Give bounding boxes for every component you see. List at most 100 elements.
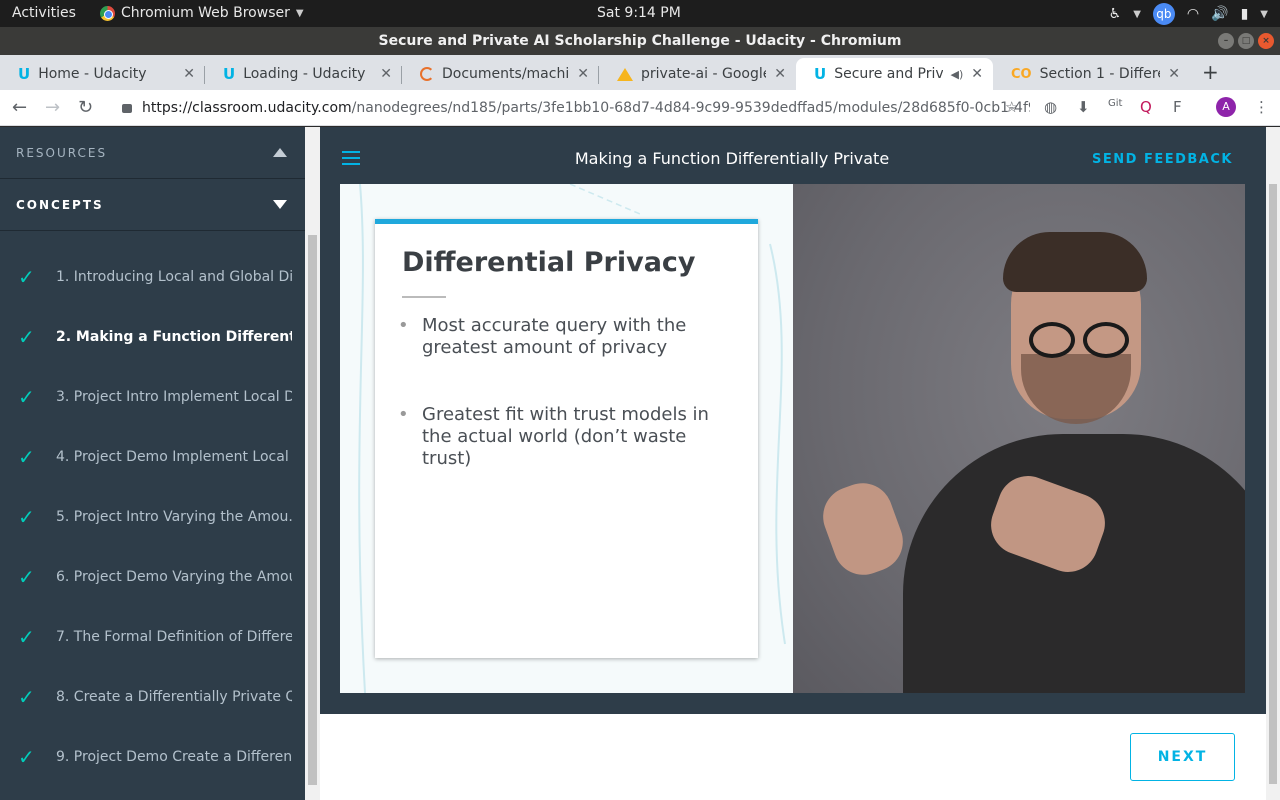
slide-title: Differential Privacy <box>402 247 696 278</box>
tab-section-1[interactable]: CO Section 1 - Differen ✕ <box>993 58 1190 90</box>
extension-globe-icon[interactable]: ◍ <box>1044 98 1057 116</box>
concept-item[interactable]: ✓ 3. Project Intro Implement Local D... <box>0 367 305 427</box>
address-bar[interactable]: https://classroom.udacity.com/nanodegree… <box>112 94 1030 122</box>
user-badge[interactable]: qb <box>1152 3 1175 25</box>
browser-toolbar: ← → ↻ https://classroom.udacity.com/nano… <box>0 90 1280 126</box>
app-menu-label: Chromium Web Browser <box>121 5 290 21</box>
reload-icon[interactable]: ↻ <box>78 97 93 118</box>
checkmark-icon: ✓ <box>18 685 35 709</box>
kebab-menu-icon[interactable]: ⋮ <box>1254 98 1269 116</box>
chevron-down-icon: ▼ <box>1260 8 1268 20</box>
close-icon[interactable]: ✕ <box>971 66 983 82</box>
concept-item[interactable]: ✓ 6. Project Demo Varying the Amou... <box>0 547 305 607</box>
minimize-button[interactable]: – <box>1218 33 1234 49</box>
expand-triangle-icon <box>273 200 287 209</box>
udacity-icon: U <box>223 65 236 83</box>
resources-label: RESOURCES <box>16 145 108 160</box>
extension-q-icon[interactable]: Q <box>1140 98 1152 116</box>
sidebar-scrollbar[interactable] <box>305 127 320 800</box>
page-scrollbar[interactable] <box>1266 127 1280 800</box>
concept-item[interactable]: ✓ 1. Introducing Local and Global Di... <box>0 247 305 307</box>
close-window-button[interactable]: × <box>1258 33 1274 49</box>
video-player[interactable]: Differential Privacy Most accurate query… <box>320 184 1266 714</box>
google-drive-icon <box>617 67 633 81</box>
url-host: https://classroom.udacity.com <box>142 100 352 116</box>
divider <box>402 296 446 298</box>
concept-item[interactable]: ✓ 7. The Formal Definition of Differe... <box>0 607 305 667</box>
page-content: RESOURCES CONCEPTS ✓ 1. Introducing Local… <box>0 127 1280 800</box>
lesson-title: Making a Function Differentially Private <box>574 149 890 168</box>
new-tab-button[interactable]: + <box>1202 60 1219 84</box>
url-path: /nanodegrees/nd185/parts/3fe1bb10-68d7-4… <box>351 100 1030 116</box>
udacity-icon: U <box>18 65 31 83</box>
close-icon[interactable]: ✕ <box>577 66 589 82</box>
glasses-icon <box>1029 322 1075 358</box>
battery-icon: ▮ <box>1240 6 1249 22</box>
udacity-icon: U <box>814 65 827 83</box>
window-title: Secure and Private AI Scholarship Challe… <box>378 33 902 49</box>
send-feedback-link[interactable]: SEND FEEDBACK <box>1092 152 1233 167</box>
concepts-section-toggle[interactable]: CONCEPTS <box>0 179 305 231</box>
presenter-beard <box>1021 354 1131 424</box>
close-icon[interactable]: ✕ <box>1168 66 1180 82</box>
slide-panel: Differential Privacy Most accurate query… <box>340 184 793 693</box>
maximize-button[interactable]: □ <box>1238 33 1254 49</box>
extension-f-icon[interactable]: F <box>1173 98 1182 116</box>
lock-icon <box>122 103 132 113</box>
presenter-hair <box>1003 232 1147 292</box>
concept-item[interactable]: ✓ 4. Project Demo Implement Local ... <box>0 427 305 487</box>
checkmark-icon: ✓ <box>18 745 35 769</box>
tab-label: Documents/machin <box>442 66 570 82</box>
tab-private-ai-drive[interactable]: private-ai - Google [ ✕ <box>599 58 796 90</box>
checkmark-icon: ✓ <box>18 385 35 409</box>
concept-item[interactable]: ✓ 8. Create a Differentially Private Q... <box>0 667 305 727</box>
glasses-icon <box>1083 322 1129 358</box>
checkmark-icon: ✓ <box>18 265 35 289</box>
resources-section-toggle[interactable]: RESOURCES <box>0 127 305 179</box>
git-zip-icon[interactable]: Git <box>1108 98 1122 109</box>
app-menu[interactable]: Chromium Web Browser ▼ <box>100 5 304 21</box>
tab-loading-udacity[interactable]: U Loading - Udacity ✕ <box>205 58 402 90</box>
back-arrow-icon[interactable]: ← <box>12 97 27 118</box>
system-tray[interactable]: ♿ ▼ qb ◠ 🔊 ▮ ▼ <box>1109 3 1268 25</box>
tab-documents[interactable]: Documents/machin ✕ <box>402 58 599 90</box>
checkmark-icon: ✓ <box>18 325 35 349</box>
jupyter-icon <box>420 67 434 81</box>
slide-card: Differential Privacy Most accurate query… <box>375 219 758 658</box>
close-icon[interactable]: ✕ <box>774 66 786 82</box>
tab-label: Loading - Udacity <box>243 66 366 82</box>
close-icon[interactable]: ✕ <box>183 66 195 82</box>
concept-item[interactable]: ✓ 9. Project Demo Create a Different... <box>0 727 305 787</box>
next-button[interactable]: NEXT <box>1130 733 1235 781</box>
forward-arrow-icon[interactable]: → <box>45 97 60 118</box>
close-icon[interactable]: ✕ <box>380 66 392 82</box>
clock[interactable]: Sat 9:14 PM <box>597 5 681 21</box>
volume-icon: 🔊 <box>1211 6 1229 22</box>
tab-label: Home - Udacity <box>38 66 147 82</box>
lesson-sidebar: RESOURCES CONCEPTS ✓ 1. Introducing Local… <box>0 127 305 800</box>
colab-icon: CO <box>1011 66 1032 82</box>
system-top-bar: Activities Chromium Web Browser ▼ Sat 9:… <box>0 0 1280 27</box>
tab-secure-and-private[interactable]: U Secure and Priva ◀) ✕ <box>796 58 993 90</box>
speaker-icon[interactable]: ◀) <box>951 68 964 81</box>
wifi-icon: ◠ <box>1186 6 1200 22</box>
tab-home-udacity[interactable]: U Home - Udacity ✕ <box>0 58 205 90</box>
download-icon[interactable]: ⬇ <box>1077 98 1090 116</box>
concept-item[interactable]: ✓ 5. Project Intro Varying the Amou... <box>0 487 305 547</box>
window-title-bar: Secure and Private AI Scholarship Challe… <box>0 27 1280 55</box>
checkmark-icon: ✓ <box>18 445 35 469</box>
accessibility-icon[interactable]: ♿ <box>1109 6 1122 22</box>
tab-label: Section 1 - Differen <box>1039 66 1161 82</box>
bookmark-star-icon[interactable]: ☆ <box>1005 98 1018 116</box>
collapse-triangle-icon <box>273 148 287 157</box>
tab-label: private-ai - Google [ <box>641 66 766 82</box>
concept-item-current[interactable]: ✓2. Making a Function Differentiall... <box>0 307 305 367</box>
activities-button[interactable]: Activities <box>12 5 76 21</box>
slide-bullet: Greatest fit with trust models in the ac… <box>398 404 722 470</box>
checkmark-icon: ✓ <box>18 505 35 529</box>
lesson-header: Making a Function Differentially Private… <box>320 127 1266 184</box>
slide-bullet: Most accurate query with the greatest am… <box>398 315 722 359</box>
tab-strip: U Home - Udacity ✕ U Loading - Udacity ✕… <box>0 55 1280 90</box>
profile-avatar[interactable]: A <box>1216 97 1236 117</box>
chevron-down-icon: ▼ <box>1133 8 1141 20</box>
